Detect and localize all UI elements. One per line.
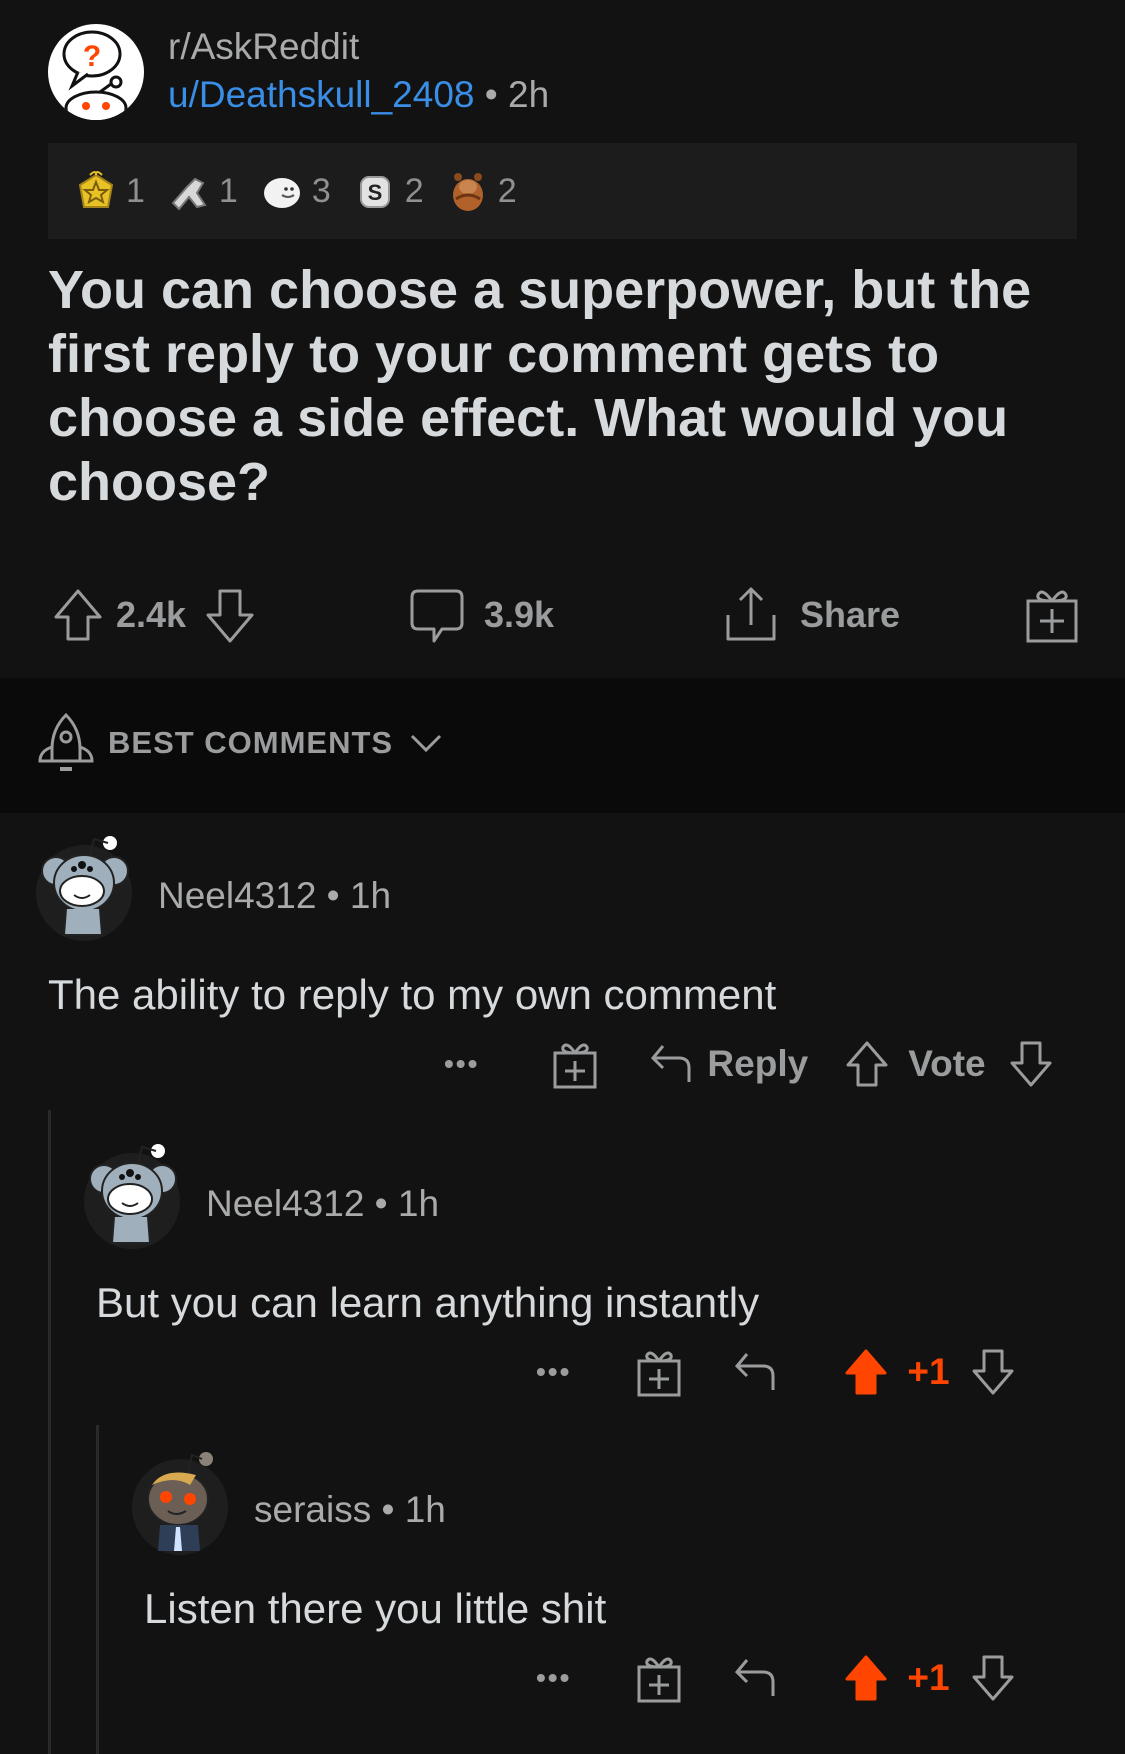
awards-bar[interactable]: 1 1 3 S 2 2 xyxy=(48,143,1077,239)
sort-selector[interactable]: BEST COMMENTS xyxy=(36,711,443,775)
comment-body: The ability to reply to my own comment xyxy=(48,971,777,1018)
award-silver[interactable]: S 2 xyxy=(353,169,424,213)
downvote-icon[interactable] xyxy=(1008,1039,1054,1089)
seal-award-icon xyxy=(263,178,300,208)
reply-button[interactable]: Reply xyxy=(649,1042,808,1086)
comment-score: +1 xyxy=(907,1657,950,1698)
comment-author[interactable]: Neel4312 xyxy=(206,1183,364,1224)
comment-actions: ••• +1 xyxy=(536,1347,1016,1397)
snoo-avatar-icon xyxy=(147,1452,213,1551)
avatar[interactable] xyxy=(132,1452,228,1555)
comment-age: 1h xyxy=(349,875,392,916)
gift-award-icon[interactable] xyxy=(635,1653,683,1703)
more-options-button[interactable]: ••• xyxy=(536,1662,571,1694)
bear-award-icon xyxy=(452,173,483,211)
svg-text:S: S xyxy=(367,180,382,205)
award-bear[interactable]: 2 xyxy=(446,169,517,213)
meta-separator: • xyxy=(316,875,350,916)
share-icon xyxy=(726,587,776,641)
post-score: 2.4k xyxy=(116,594,187,635)
subreddit-name[interactable]: r/AskReddit xyxy=(168,26,359,68)
more-options-button[interactable]: ••• xyxy=(444,1048,479,1080)
post-title[interactable]: You can choose a superpower, but the fir… xyxy=(48,258,1088,514)
downvote-icon[interactable] xyxy=(970,1347,1016,1397)
post-meta: u/Deathskull_2408 • 2h xyxy=(168,74,549,116)
post-age: 2h xyxy=(508,74,550,115)
gift-award-icon xyxy=(1026,590,1078,643)
comment-vote-group: Vote xyxy=(844,1039,1053,1089)
chevron-down-icon xyxy=(411,734,442,753)
comment: seraiss • 1h Listen there you little shi… xyxy=(0,1423,1125,1754)
comment-meta: Neel4312 • 1h xyxy=(206,1183,439,1225)
comment-vote-group: +1 xyxy=(843,1347,1015,1397)
comment-author[interactable]: Neel4312 xyxy=(158,875,316,916)
comment-meta: seraiss • 1h xyxy=(254,1489,446,1531)
helpful-award-icon xyxy=(78,171,114,208)
comment-age: 1h xyxy=(397,1183,440,1224)
rocket-icon xyxy=(38,712,94,771)
meta-separator: • xyxy=(474,74,509,115)
upvote-icon[interactable] xyxy=(50,585,106,645)
award-seal[interactable]: 3 xyxy=(260,169,331,213)
koala-snoo-avatar-icon xyxy=(41,836,129,936)
comment-score: +1 xyxy=(907,1351,950,1392)
avatar[interactable] xyxy=(36,836,132,941)
comment-count: 3.9k xyxy=(484,594,555,635)
silver-coin-award-icon: S xyxy=(359,176,390,208)
award-count: 2 xyxy=(497,171,517,210)
post-author[interactable]: u/Deathskull_2408 xyxy=(168,74,475,115)
post-actions-bar: 2.4k 3.9k Share xyxy=(0,585,1125,650)
reply-arrow-icon[interactable] xyxy=(733,1656,777,1700)
award-count: 1 xyxy=(218,171,238,210)
gift-award-icon[interactable] xyxy=(635,1347,683,1397)
upvote-icon[interactable] xyxy=(844,1039,890,1089)
downvote-icon[interactable] xyxy=(202,585,258,645)
avatar[interactable] xyxy=(84,1144,180,1249)
award-count: 3 xyxy=(311,171,331,210)
sort-label: BEST COMMENTS xyxy=(108,725,394,760)
wholesome-handshake-award-icon xyxy=(171,177,207,211)
meta-separator: • xyxy=(364,1183,398,1224)
comment-body: But you can learn anything instantly xyxy=(96,1279,760,1326)
reply-arrow-icon[interactable] xyxy=(733,1350,777,1394)
comment: Neel4312 • 1h But you can learn anything… xyxy=(0,1123,1125,1423)
share-label: Share xyxy=(800,594,901,635)
comment: Neel4312 • 1h The ability to reply to my… xyxy=(0,813,1125,1123)
downvote-icon[interactable] xyxy=(970,1653,1016,1703)
share-button[interactable]: Share xyxy=(722,585,900,645)
comment-meta: Neel4312 • 1h xyxy=(158,875,391,917)
award-handshake[interactable]: 1 xyxy=(167,169,238,213)
more-options-button[interactable]: ••• xyxy=(536,1356,571,1388)
upvote-filled-icon[interactable] xyxy=(843,1653,889,1703)
upvote-filled-icon[interactable] xyxy=(843,1347,889,1397)
gift-award-icon[interactable] xyxy=(551,1039,599,1089)
reply-arrow-icon xyxy=(651,1045,691,1082)
award-helpful[interactable]: 1 xyxy=(74,169,145,213)
post: ? r/AskReddit u/Deathskull_2408 • 2h 1 1 xyxy=(0,0,1125,678)
svg-text:?: ? xyxy=(83,40,101,73)
reply-label: Reply xyxy=(707,1043,809,1084)
subreddit-avatar[interactable]: ? xyxy=(48,24,144,120)
comment-actions: ••• +1 xyxy=(536,1653,1016,1703)
comment-actions: ••• Reply Vote xyxy=(444,1039,1054,1089)
post-vote-group: 2.4k xyxy=(50,585,258,645)
comment-age: 1h xyxy=(404,1489,446,1530)
askreddit-logo-icon: ? xyxy=(62,30,128,120)
comment-body: Listen there you little shit xyxy=(144,1585,607,1632)
comment-sort-bar[interactable]: BEST COMMENTS xyxy=(0,678,1125,813)
comment-vote-group: +1 xyxy=(843,1653,1015,1703)
koala-snoo-avatar-icon xyxy=(89,1144,177,1244)
comments-button[interactable]: 3.9k xyxy=(408,585,554,645)
meta-separator: • xyxy=(371,1489,405,1530)
award-count: 2 xyxy=(404,171,424,210)
give-award-button[interactable] xyxy=(1024,585,1080,645)
vote-label: Vote xyxy=(908,1043,986,1084)
comment-author[interactable]: seraiss xyxy=(254,1489,371,1530)
award-count: 1 xyxy=(126,171,145,210)
comment-bubble-icon xyxy=(410,589,464,643)
